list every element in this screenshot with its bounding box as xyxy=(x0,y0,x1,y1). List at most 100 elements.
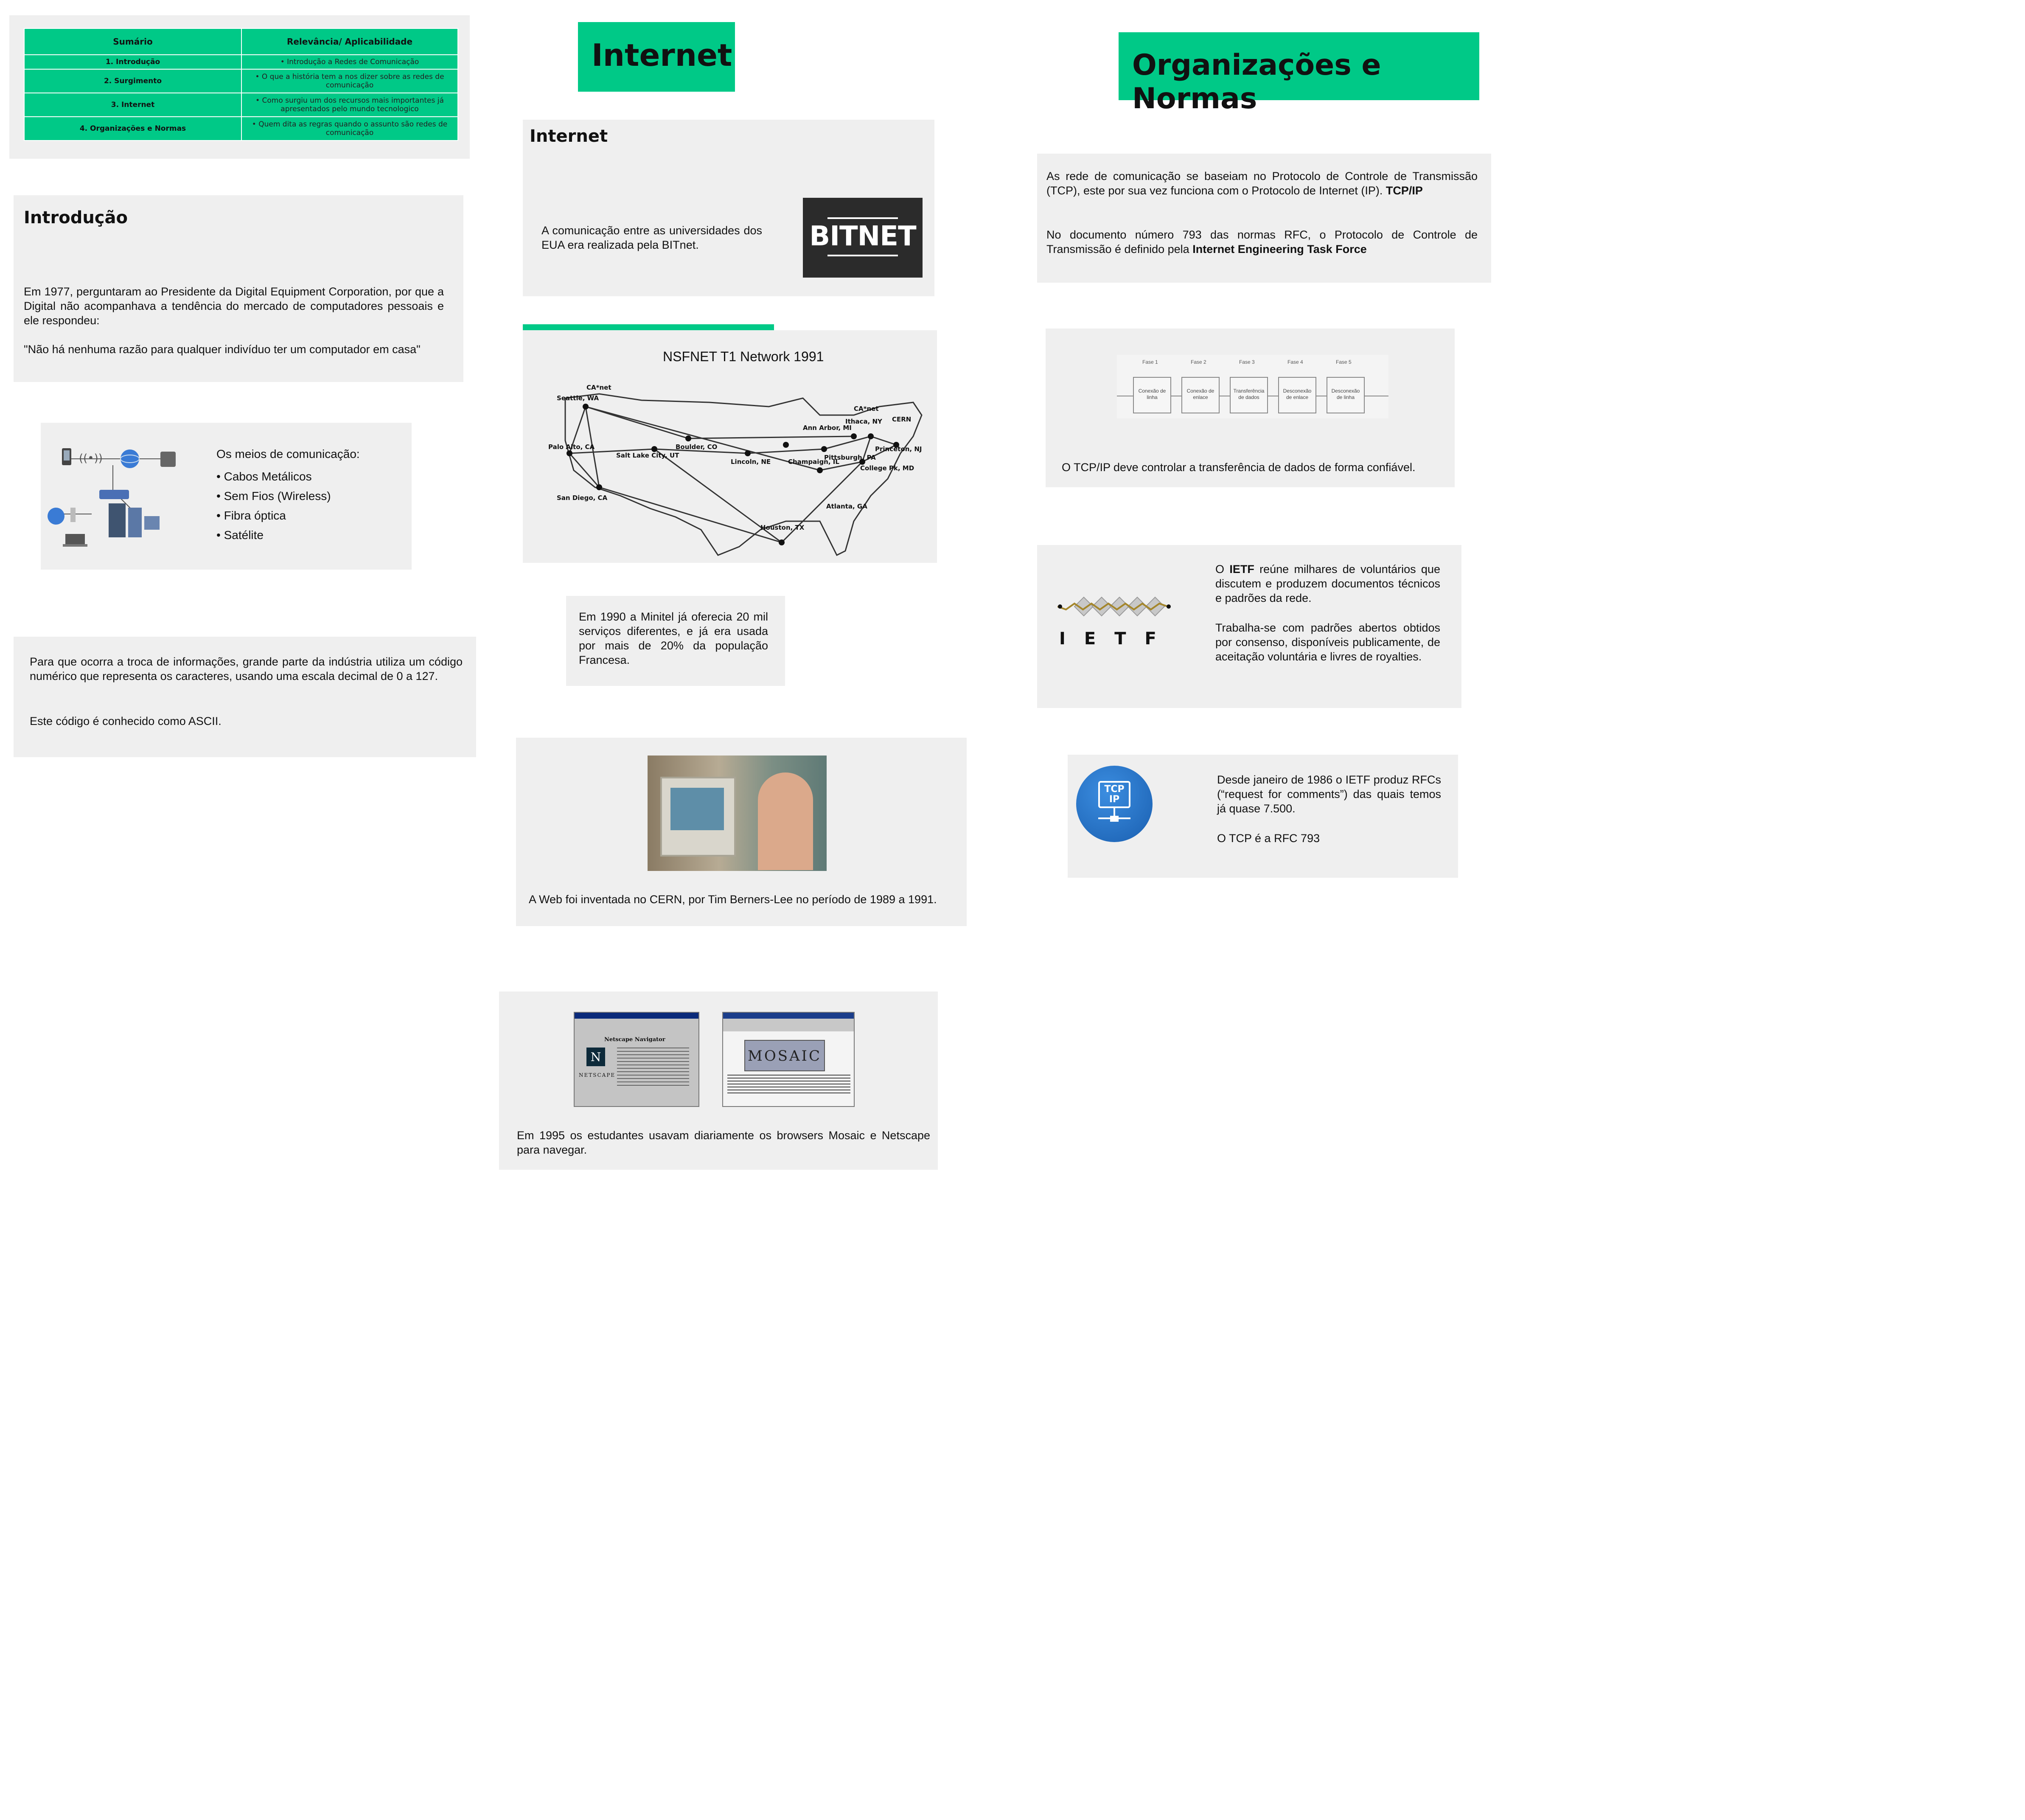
rfc-paragraph: Desde janeiro de 1986 o IETF produz RFCs… xyxy=(1217,773,1441,815)
phase-label: Fase 2 xyxy=(1191,359,1206,365)
bitnet-title: Internet xyxy=(530,126,608,146)
bitnet-card: Internet A comunicação entre as universi… xyxy=(523,120,934,296)
nsfnet-label: Atlanta, GA xyxy=(826,503,867,510)
globe-icon xyxy=(121,449,139,468)
nsfnet-label: CERN xyxy=(892,416,911,423)
mosaic-logo: MOSAIC xyxy=(744,1040,825,1071)
browsers-card: Netscape Navigator N NETSCAPE MOSAIC Em … xyxy=(499,991,938,1170)
nsfnet-accent-bar xyxy=(523,324,774,330)
phases-caption: O TCP/IP deve controlar a transferência … xyxy=(1062,461,1416,474)
netscape-brand: NETSCAPE xyxy=(579,1072,616,1078)
phase-label: Fase 3 xyxy=(1239,359,1255,365)
phase-box-label: Conexão de enlace xyxy=(1186,388,1214,400)
minitel-card: Em 1990 a Minitel já oferecia 20 mil ser… xyxy=(566,596,785,686)
nsfnet-label: Seattle, WA xyxy=(557,394,599,402)
netscape-screenshot: Netscape Navigator N NETSCAPE xyxy=(574,1012,699,1107)
phase-box: Desconexão de enlace xyxy=(1278,377,1316,413)
phase-box: Desconexão de linha xyxy=(1327,377,1365,413)
laptop-icon xyxy=(65,534,85,545)
ascii-note: Este código é conhecido como ASCII. xyxy=(30,715,222,727)
tcp-ip-bold: TCP/IP xyxy=(1386,184,1423,197)
netscape-window-title: Netscape Navigator xyxy=(604,1036,665,1043)
nsfnet-label: College Pk, MD xyxy=(860,464,914,472)
bitnet-logo: BITNET xyxy=(803,198,923,278)
phase-label: Fase 4 xyxy=(1287,359,1303,365)
ietf-name-bold: Internet Engineering Task Force xyxy=(1192,243,1367,256)
phase-box: Conexão de enlace xyxy=(1181,377,1220,413)
summary-header-topic: Sumário xyxy=(24,28,242,55)
phase-box: Transferência de dados xyxy=(1230,377,1268,413)
nsfnet-label: Lincoln, NE xyxy=(731,458,771,466)
intro-paragraph: Em 1977, perguntaram ao Presidente da Di… xyxy=(24,285,444,327)
phases-card: Fase 1 Conexão de linha Fase 2 Conexão d… xyxy=(1046,329,1455,487)
tcp-card: As rede de comunicação se baseiam no Pro… xyxy=(1037,154,1491,283)
media-heading: Os meios de comunicação: xyxy=(216,447,360,461)
berners-lee-photo xyxy=(648,756,827,871)
media-card: ((•)) Os meios de comunicação: Cabos Met… xyxy=(41,423,412,570)
phase-box-label: Transferência de dados xyxy=(1233,388,1265,400)
svg-text:((•)): ((•)) xyxy=(79,452,103,465)
phase-box-label: Conexão de linha xyxy=(1138,388,1166,400)
page-title: Internet xyxy=(592,37,732,73)
tcp-paragraph-2: No documento número 793 das normas RFC, … xyxy=(1046,228,1478,256)
nsfnet-label: Princeton, NJ xyxy=(875,445,922,453)
intro-card: Introdução Em 1977, perguntaram ao Presi… xyxy=(14,195,463,382)
telephone-icon xyxy=(160,452,176,467)
ietf-paragraph-2: Trabalha-se com padrões abertos obtidos … xyxy=(1215,621,1440,663)
orgs-title: Organizações e Normas xyxy=(1132,48,1381,115)
bitnet-logo-text: BITNET xyxy=(809,221,916,252)
summary-detail: • O que a história tem a nos dizer sobre… xyxy=(241,69,458,93)
web-card: A Web foi inventada no CERN, por Tim Ber… xyxy=(516,738,967,926)
summary-header-relevance: Relevância/ Aplicabilidade xyxy=(241,28,458,55)
rfc-card: TCP IP Desde janeiro de 1986 o IETF prod… xyxy=(1068,755,1458,878)
canvas: { "summary": { "headers": ["Sumário", "R… xyxy=(0,0,2025,1820)
phase-label: Fase 5 xyxy=(1336,359,1352,365)
summary-topic: 2. Surgimento xyxy=(24,69,242,93)
summary-card: Sumário Relevância/ Aplicabilidade 1. In… xyxy=(9,15,470,159)
orgs-section-header: Organizações e Normas xyxy=(1119,32,1479,115)
tcp-ip-icon-text: TCP IP xyxy=(1104,784,1125,805)
nsfnet-label: San Diego, CA xyxy=(557,494,608,502)
mosaic-screenshot: MOSAIC xyxy=(722,1012,855,1107)
summary-detail: • Quem dita as regras quando o assunto s… xyxy=(241,116,458,141)
list-item: Satélite xyxy=(216,525,331,545)
ietf-logo-text: IETF xyxy=(1059,629,1175,649)
list-item: Fibra óptica xyxy=(216,506,331,525)
nsfnet-label: Boulder, CO xyxy=(676,443,717,451)
tcp-paragraph: As rede de comunicação se baseiam no Pro… xyxy=(1046,170,1478,197)
ietf-card: IETF O IETF reúne milhares de voluntário… xyxy=(1037,545,1461,708)
phase-box-label: Desconexão de linha xyxy=(1331,388,1360,400)
browsers-text: Em 1995 os estudantes usavam diariamente… xyxy=(517,1129,930,1156)
nsfnet-label: Pittsburgh, PA xyxy=(824,454,876,461)
nsfnet-label: CA*net xyxy=(586,384,611,391)
phase-box: Conexão de linha xyxy=(1133,377,1171,413)
phases-diagram: Fase 1 Conexão de linha Fase 2 Conexão d… xyxy=(1117,355,1388,418)
nsfnet-label: Palo Alto, CA xyxy=(548,443,595,451)
ietf-logo-graphic xyxy=(1057,596,1171,617)
minitel-text: Em 1990 a Minitel já oferecia 20 mil ser… xyxy=(579,610,768,666)
intro-quote: "Não há nenhuma razão para qualquer indi… xyxy=(24,343,421,356)
ietf-paragraph-1: O IETF reúne milhares de voluntários que… xyxy=(1215,563,1440,604)
rfc-793-note: O TCP é a RFC 793 xyxy=(1217,832,1320,845)
bitnet-text: A comunicação entre as universidades dos… xyxy=(541,224,762,251)
person-figure xyxy=(758,772,813,870)
web-text: A Web foi inventada no CERN, por Tim Ber… xyxy=(529,893,937,906)
list-item: Cabos Metálicos xyxy=(216,467,331,486)
router-icon xyxy=(99,490,129,499)
ascii-card: Para que ocorra a troca de informações, … xyxy=(14,637,476,757)
nsfnet-map: CA*net Seattle, WA Palo Alto, CA San Die… xyxy=(548,384,923,556)
server-icon xyxy=(109,503,126,537)
internet-section-header: Internet xyxy=(578,22,735,92)
summary-topic: 4. Organizações e Normas xyxy=(24,116,242,141)
tcp-ip-icon: TCP IP xyxy=(1076,766,1153,842)
summary-topic: 3. Internet xyxy=(24,93,242,117)
ascii-paragraph: Para que ocorra a troca de informações, … xyxy=(30,655,463,682)
list-item: Sem Fios (Wireless) xyxy=(216,486,331,506)
nsfnet-label: Ann Arbor, MI xyxy=(803,424,852,432)
netscape-logo: N xyxy=(586,1048,605,1066)
media-list: Cabos Metálicos Sem Fios (Wireless) Fibr… xyxy=(216,467,331,545)
nsfnet-title: NSFNET T1 Network 1991 xyxy=(663,349,824,364)
nsfnet-label: Salt Lake City, UT xyxy=(616,452,679,459)
nsfnet-label: Ithaca, NY xyxy=(845,418,883,425)
intro-title: Introdução xyxy=(24,208,128,228)
